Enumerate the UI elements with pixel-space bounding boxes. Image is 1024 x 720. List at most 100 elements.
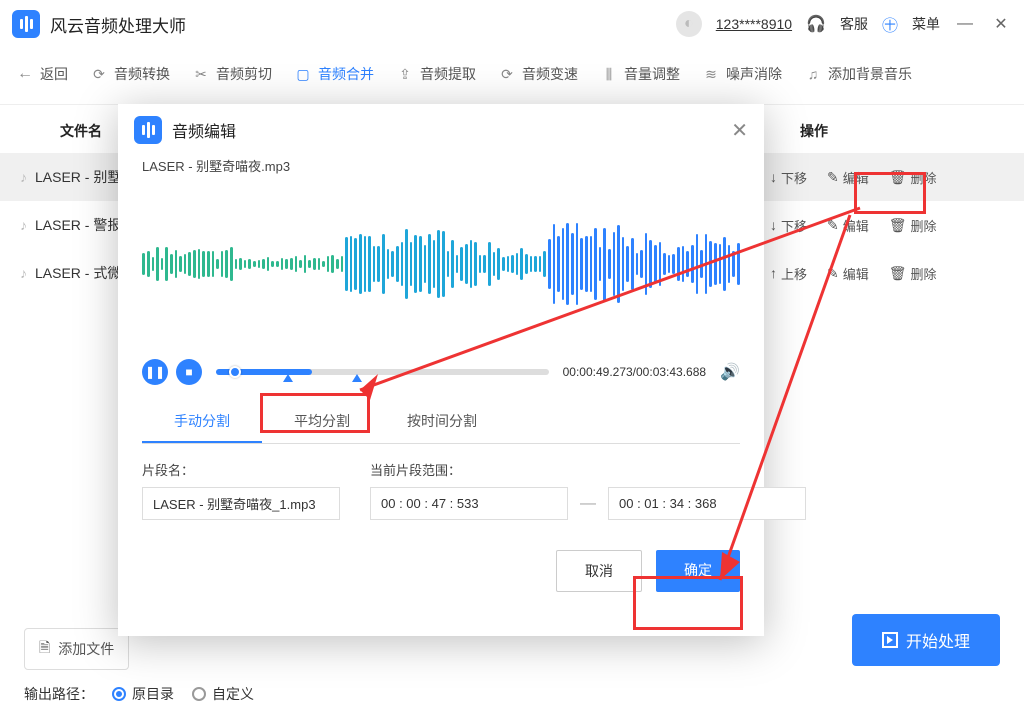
pencil-icon: ✎ <box>827 169 839 186</box>
tab-time-split[interactable]: 按时间分割 <box>382 401 502 443</box>
tool-label: 噪声消除 <box>726 64 782 84</box>
avatar-icon[interactable]: ◐ <box>676 11 702 37</box>
start-process-button[interactable]: 开始处理 <box>852 614 1000 666</box>
denoise-icon: ≋ <box>702 65 720 83</box>
col-name-header: 文件名 <box>60 121 120 141</box>
title-bar: 风云音频处理大师 ◐ 123****8910 🎧 客服 ㊉ 菜单 — ✕ <box>0 0 1024 48</box>
minimize-icon[interactable]: — <box>954 15 976 33</box>
op-label: 删除 <box>911 168 937 187</box>
delete-button[interactable]: 🗑删除 <box>889 264 937 283</box>
app-logo-icon <box>12 10 40 38</box>
tool-bgm[interactable]: ♫ 添加背景音乐 <box>804 64 912 84</box>
add-label: 添加文件 <box>58 639 114 659</box>
tool-convert[interactable]: ⟳ 音频转换 <box>90 64 170 84</box>
start-label: 开始处理 <box>906 628 970 652</box>
range-start-marker[interactable] <box>283 374 293 382</box>
range-end-input[interactable] <box>608 487 806 520</box>
music-note-icon: ♪ <box>20 265 27 281</box>
add-file-button[interactable]: 🗎 添加文件 <box>24 628 129 670</box>
convert-icon: ⟳ <box>90 65 108 83</box>
back-label: 返回 <box>40 64 68 84</box>
pencil-icon: ✎ <box>827 217 839 234</box>
close-icon[interactable]: ✕ <box>990 14 1012 34</box>
tool-label: 音频剪切 <box>216 64 272 84</box>
music-icon: ♫ <box>804 65 822 83</box>
trash-icon: 🗑 <box>889 217 907 234</box>
delete-button[interactable]: 🗑删除 <box>889 168 937 187</box>
edit-button[interactable]: ✎编辑 <box>827 264 869 283</box>
merge-icon: ▢ <box>294 65 312 83</box>
op-label: 编辑 <box>843 264 869 283</box>
trash-icon: 🗑 <box>889 169 907 186</box>
op-label: 下移 <box>781 216 807 235</box>
music-note-icon: ♪ <box>20 217 27 233</box>
stop-button[interactable]: ■ <box>176 359 202 385</box>
op-label: 删除 <box>911 264 937 283</box>
tool-speed[interactable]: ⟳ 音频变速 <box>498 64 578 84</box>
op-label: 上移 <box>781 264 807 283</box>
edit-button[interactable]: ✎编辑 <box>827 168 869 187</box>
col-ops-header: 操作 <box>780 121 1000 141</box>
speed-icon: ⟳ <box>498 65 516 83</box>
extract-icon: ⇪ <box>396 65 414 83</box>
tool-volume[interactable]: ⫼音量调整 <box>600 64 680 84</box>
radio-label: 原目录 <box>132 684 174 704</box>
progress-handle[interactable] <box>229 366 241 378</box>
segment-name-label: 片段名： <box>142 460 340 479</box>
toolbar: ←返回 ⟳音频转换 ✂音频剪切 ▢音频合并 ⇪音频提取 ⟳音频变速 ⫼音量调整 … <box>0 48 1024 105</box>
tool-extract[interactable]: ⇪ 音频提取 <box>396 64 476 84</box>
arrow-down-icon: ↓ <box>770 217 777 233</box>
pencil-icon: ✎ <box>827 265 839 282</box>
radio-label: 自定义 <box>212 684 254 704</box>
support-icon[interactable]: 🎧 <box>806 14 826 34</box>
app-title: 风云音频处理大师 <box>50 12 186 37</box>
output-label: 输出路径： <box>24 684 94 704</box>
modal-logo-icon <box>134 116 162 144</box>
radio-custom[interactable]: 自定义 <box>192 684 254 704</box>
tool-cut[interactable]: ✂ 音频剪切 <box>192 64 272 84</box>
support-button[interactable]: 客服 <box>840 14 868 34</box>
pause-button[interactable]: ❚❚ <box>142 359 168 385</box>
file-plus-icon: 🗎 <box>39 637 50 661</box>
tab-manual-split[interactable]: 手动分割 <box>142 401 262 443</box>
back-button[interactable]: ← 返回 <box>16 64 68 84</box>
radio-original[interactable]: 原目录 <box>112 684 174 704</box>
time-display: 00:00:49.273/00:03:43.688 <box>563 365 706 379</box>
edit-button[interactable]: ✎编辑 <box>827 216 869 235</box>
menu-icon[interactable]: ㊉ <box>882 12 898 36</box>
play-icon <box>882 632 898 648</box>
tool-label: 音频提取 <box>420 64 476 84</box>
back-arrow-icon: ← <box>16 65 34 83</box>
arrow-down-icon: ↓ <box>770 169 777 185</box>
scissors-icon: ✂ <box>192 65 210 83</box>
tool-merge[interactable]: ▢音频合并 <box>294 64 374 84</box>
menu-button[interactable]: 菜单 <box>912 14 940 34</box>
segment-name-input[interactable] <box>142 487 340 520</box>
op-label: 删除 <box>911 216 937 235</box>
range-end-marker[interactable] <box>352 374 362 382</box>
op-label: 下移 <box>781 168 807 187</box>
move-down-button[interactable]: ↓下移 <box>770 168 807 187</box>
tab-avg-split[interactable]: 平均分割 <box>262 401 382 443</box>
user-id-link[interactable]: 123****8910 <box>716 16 792 32</box>
op-label: 编辑 <box>843 168 869 187</box>
volume-icon[interactable]: 🔊 <box>720 362 740 382</box>
modal-filename: LASER - 别墅奇喵夜.mp3 <box>118 156 764 179</box>
audio-edit-modal: 音频编辑 ✕ LASER - 别墅奇喵夜.mp3 ❚❚ ■ 00:00:49.2… <box>118 104 764 636</box>
tool-label: 音量调整 <box>624 64 680 84</box>
move-up-button[interactable]: ↑上移 <box>770 264 807 283</box>
tool-denoise[interactable]: ≋ 噪声消除 <box>702 64 782 84</box>
move-down-button[interactable]: ↓下移 <box>770 216 807 235</box>
tool-label: 添加背景音乐 <box>828 64 912 84</box>
progress-bar[interactable] <box>216 369 549 375</box>
modal-close-icon[interactable]: ✕ <box>731 118 748 143</box>
waveform-display[interactable] <box>142 179 740 349</box>
range-label: 当前片段范围： <box>370 460 806 479</box>
ok-button[interactable]: 确定 <box>656 550 740 592</box>
tool-label: 音频变速 <box>522 64 578 84</box>
cancel-button[interactable]: 取消 <box>556 550 642 592</box>
delete-button[interactable]: 🗑删除 <box>889 216 937 235</box>
tool-label: 音频转换 <box>114 64 170 84</box>
radio-checked-icon <box>112 687 126 701</box>
range-start-input[interactable] <box>370 487 568 520</box>
